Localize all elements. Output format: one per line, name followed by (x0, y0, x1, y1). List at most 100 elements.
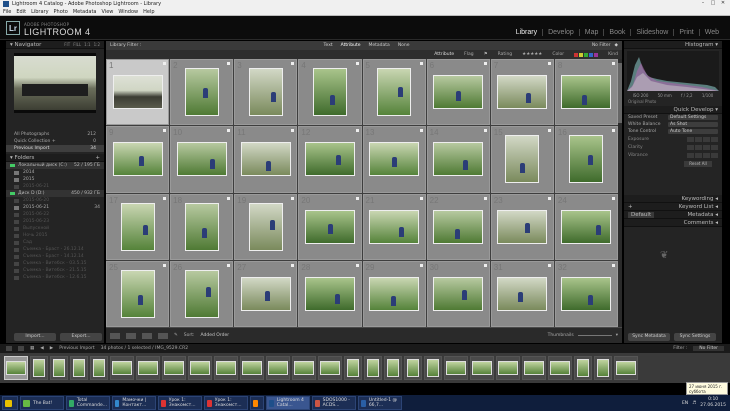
filmstrip-thumbnail[interactable] (30, 356, 48, 380)
photo-thumbnail[interactable] (120, 269, 155, 318)
photo-thumbnail[interactable] (561, 75, 612, 110)
photo-thumbnail[interactable] (497, 75, 548, 110)
decrease-more-button[interactable] (687, 136, 694, 142)
folder-item[interactable]: Съемка - Витебск - 12.6.15 (6, 274, 104, 281)
maximize-icon[interactable]: □ (708, 0, 718, 7)
grid-small-icon[interactable]: ▦ (30, 346, 34, 351)
toolbar-menu-icon[interactable]: ▾ (616, 333, 618, 338)
grid-cell[interactable]: 10 (170, 126, 234, 193)
filmstrip-thumbnail[interactable] (136, 356, 160, 380)
photo-thumbnail[interactable] (433, 142, 484, 177)
decrease-button[interactable] (695, 152, 702, 158)
volume-c[interactable]: Локальный диск (C:) 52 / 195 ГБ (6, 162, 104, 169)
volume-d[interactable]: Диск D (D:) 450 / 932 ГБ (6, 190, 104, 197)
module-map[interactable]: Map (580, 29, 605, 36)
photo-thumbnail[interactable] (120, 202, 155, 251)
filter-tab-none[interactable]: None (398, 43, 410, 48)
quick-develop-header[interactable]: Quick Develop ▾ (624, 106, 722, 114)
photo-thumbnail[interactable] (240, 142, 291, 177)
photo-thumbnail[interactable] (312, 68, 347, 117)
lock-icon[interactable]: ◆ (615, 43, 618, 48)
grid-cell[interactable]: 18 (170, 193, 234, 260)
grid-cell[interactable]: 8 (554, 59, 618, 126)
filter-tab-attribute[interactable]: Attribute (341, 43, 361, 48)
nav-mode-fill[interactable]: FILL (73, 42, 81, 47)
filmstrip-thumbnail[interactable] (240, 356, 264, 380)
module-develop[interactable]: Develop (543, 29, 580, 36)
filmstrip-thumbnail[interactable] (496, 356, 520, 380)
menu-file[interactable]: File (3, 9, 11, 15)
folder-item[interactable]: Выпускной (6, 225, 104, 232)
folder-item[interactable]: 2015-06-21 (6, 183, 104, 190)
photo-thumbnail[interactable] (433, 276, 484, 311)
grid-cell[interactable]: 24 (554, 193, 618, 260)
increase-button[interactable] (703, 144, 710, 150)
add-folder-icon[interactable]: + (95, 155, 100, 161)
grid-cell[interactable]: 4 (298, 59, 362, 126)
keyword-list-header[interactable]: + Keyword List ◂ (624, 203, 722, 211)
increase-more-button[interactable] (711, 144, 718, 150)
grid-view-icon[interactable] (110, 332, 120, 339)
increase-button[interactable] (703, 136, 710, 142)
decrease-button[interactable] (695, 136, 702, 142)
photo-thumbnail[interactable] (369, 209, 420, 244)
filter-tab-text[interactable]: Text (324, 43, 333, 48)
filmstrip-thumbnail[interactable] (188, 356, 212, 380)
reset-all-button[interactable]: Reset All (684, 161, 712, 167)
compare-view-icon[interactable] (142, 332, 152, 339)
grid-cell[interactable]: 17 (106, 193, 170, 260)
grid-scrollbar[interactable] (618, 59, 622, 327)
grid-cell[interactable]: 22 (426, 193, 490, 260)
filmstrip-thumbnail[interactable] (470, 356, 494, 380)
folder-item[interactable]: 2015-06-20 (6, 197, 104, 204)
color-green-swatch[interactable] (584, 52, 589, 57)
navigator-preview[interactable] (14, 53, 96, 113)
grid-cell[interactable]: 12 (298, 126, 362, 193)
increase-button[interactable] (703, 152, 710, 158)
grid-cell[interactable]: 20 (298, 193, 362, 260)
grid-cell[interactable]: 1 (106, 59, 170, 126)
photo-thumbnail[interactable] (497, 209, 548, 244)
grid-cell[interactable]: 3 (234, 59, 298, 126)
taskbar-item[interactable]: SDOS1000 - ACDS... (312, 396, 356, 410)
photo-thumbnail[interactable] (377, 68, 412, 117)
grid-cell[interactable]: 27 (234, 260, 298, 327)
nav-mode-fit[interactable]: FIT (64, 42, 70, 47)
grid-cell[interactable]: 28 (298, 260, 362, 327)
color-red-swatch[interactable] (574, 52, 579, 57)
photo-thumbnail[interactable] (369, 276, 420, 311)
painter-icon[interactable]: ✎ (174, 333, 178, 338)
grid-cell[interactable]: 13 (362, 126, 426, 193)
photo-thumbnail[interactable] (176, 142, 227, 177)
loupe-view-icon[interactable] (126, 332, 136, 339)
filter-preset-dropdown[interactable]: No Filter (592, 43, 611, 48)
folder-item[interactable]: 2015-06-22 (6, 211, 104, 218)
filmstrip-thumbnail[interactable] (50, 356, 68, 380)
photo-thumbnail[interactable] (569, 135, 604, 184)
grid-cell[interactable]: 14 (426, 126, 490, 193)
sync-settings-button[interactable]: Sync Settings (674, 333, 716, 341)
module-library[interactable]: Library (511, 29, 544, 36)
filmstrip-thumbnail[interactable] (344, 356, 362, 380)
navigator-header[interactable]: ▾ Navigator FIT FILL 1:1 1:2 (6, 41, 104, 49)
second-window-icon[interactable] (18, 346, 24, 351)
module-book[interactable]: Book (604, 29, 632, 36)
filmstrip-thumbnail[interactable] (292, 356, 316, 380)
grid-cell[interactable]: 26 (170, 260, 234, 327)
clock[interactable]: 0:10 27.06.2015 (700, 397, 726, 409)
filmstrip-thumbnail[interactable] (384, 356, 402, 380)
folder-item[interactable]: 2015-06-23 (6, 218, 104, 225)
thumbnail-size-slider[interactable] (577, 335, 612, 336)
filmstrip-thumbnail[interactable] (444, 356, 468, 380)
module-web[interactable]: Web (700, 29, 724, 36)
photo-thumbnail[interactable] (304, 142, 355, 177)
folder-item[interactable]: Съемка - Браст - 26.12.14 (6, 246, 104, 253)
photo-thumbnail[interactable] (248, 202, 283, 251)
keywording-header[interactable]: Keywording ◂ (624, 195, 722, 203)
photo-thumbnail[interactable] (561, 276, 612, 311)
grid-cell[interactable]: 5 (362, 59, 426, 126)
grid-cell[interactable]: 21 (362, 193, 426, 260)
photo-thumbnail[interactable] (112, 75, 163, 110)
taskbar-item[interactable]: Урок 1: Знакомст... (158, 396, 202, 410)
histogram-header[interactable]: Histogram ▾ (624, 41, 722, 49)
